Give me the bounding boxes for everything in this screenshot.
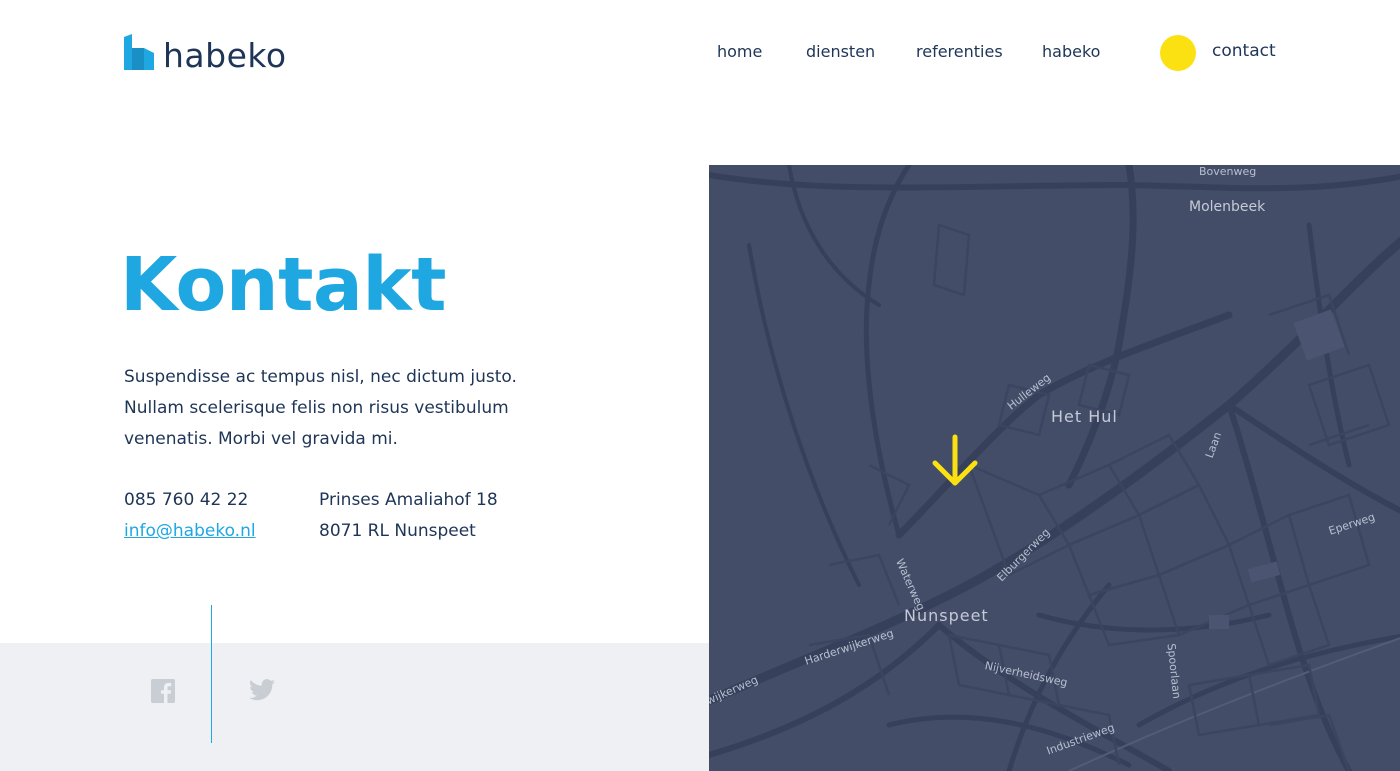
- map-label: Molenbeek: [1189, 199, 1266, 215]
- location-arrow-icon[interactable]: [931, 433, 979, 491]
- twitter-icon[interactable]: [249, 679, 275, 705]
- intro-text: Suspendisse ac tempus nisl, nec dictum j…: [124, 362, 564, 455]
- phone-number: 085 760 42 22: [124, 490, 249, 510]
- email-link[interactable]: info@habeko.nl: [124, 515, 256, 547]
- nav-referenties[interactable]: referenties: [916, 42, 1003, 61]
- page-title: Kontakt: [120, 242, 446, 328]
- intro-line: venenatis. Morbi vel gravida mi.: [124, 429, 398, 449]
- nav-diensten[interactable]: diensten: [806, 42, 875, 61]
- intro-line: Suspendisse ac tempus nisl, nec dictum j…: [124, 367, 517, 387]
- vertical-divider: [211, 605, 212, 743]
- address-street: Prinses Amaliahof 18: [319, 490, 498, 510]
- logo-text: habeko: [163, 36, 287, 75]
- social-footer: [0, 643, 709, 771]
- nav-contact[interactable]: contact: [1212, 41, 1276, 61]
- logo[interactable]: habeko: [124, 34, 287, 74]
- address-city: 8071 RL Nunspeet: [319, 521, 476, 541]
- map-label: Bovenweg: [1199, 165, 1257, 178]
- location-map[interactable]: Bovenweg Molenbeek Hulleweg Het Hul Laan…: [709, 165, 1400, 771]
- map-label: Het Hul: [1051, 407, 1118, 426]
- map-label: Nunspeet: [904, 606, 989, 625]
- facebook-icon[interactable]: [151, 679, 177, 705]
- contact-highlight-dot: [1160, 35, 1196, 71]
- nav-home[interactable]: home: [717, 42, 762, 61]
- nav-habeko[interactable]: habeko: [1042, 42, 1100, 61]
- habeko-logo-mark-icon: [124, 34, 154, 70]
- intro-line: Nullam scelerisque felis non risus vesti…: [124, 398, 509, 418]
